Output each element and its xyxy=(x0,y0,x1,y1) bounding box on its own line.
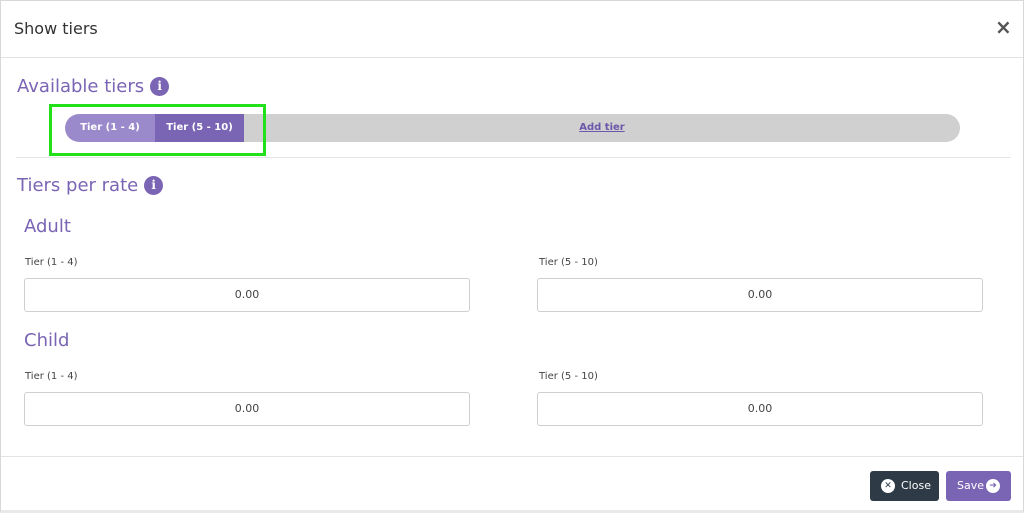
save-button[interactable]: Save ➜ xyxy=(946,471,1011,501)
add-tier-link[interactable]: Add tier xyxy=(244,114,960,142)
x-circle-icon: ✕ xyxy=(881,479,895,493)
tier-pill-5-10[interactable]: Tier (5 - 10) xyxy=(155,114,244,142)
info-icon[interactable]: i xyxy=(144,176,164,195)
close-button[interactable]: ✕ Close xyxy=(870,471,939,501)
field-label: Tier (1 - 4) xyxy=(25,371,78,382)
info-icon[interactable]: i xyxy=(150,77,170,96)
child-tier-5-10-input[interactable]: 0.00 xyxy=(537,392,983,426)
tier-pill-1-4[interactable]: Tier (1 - 4) xyxy=(65,114,155,142)
modal-title: Show tiers xyxy=(14,19,98,38)
close-button-label: Close xyxy=(901,479,931,492)
field-label: Tier (1 - 4) xyxy=(25,257,78,268)
adult-tier-5-10-input[interactable]: 0.00 xyxy=(537,278,983,312)
tiers-bar: Tier (1 - 4) Tier (5 - 10) Add tier xyxy=(65,114,960,142)
available-tiers-title: Available tiers xyxy=(17,76,145,97)
adult-tier-1-4-input[interactable]: 0.00 xyxy=(24,278,470,312)
group-title-child: Child xyxy=(24,330,70,351)
modal-header: Show tiers × xyxy=(1,1,1023,58)
tiers-per-rate-title: Tiers per rate xyxy=(17,175,139,196)
tiers-per-rate-heading: Tiers per rate i xyxy=(17,175,164,196)
field-label: Tier (5 - 10) xyxy=(539,371,598,382)
child-tier-1-4-input[interactable]: 0.00 xyxy=(24,392,470,426)
section-divider xyxy=(16,157,1011,158)
footer-divider xyxy=(1,456,1023,457)
field-label: Tier (5 - 10) xyxy=(539,257,598,268)
close-icon[interactable]: × xyxy=(995,17,1012,37)
group-title-adult: Adult xyxy=(24,216,71,237)
available-tiers-heading: Available tiers i xyxy=(17,76,170,97)
arrow-right-circle-icon: ➜ xyxy=(986,479,1000,493)
show-tiers-modal: Show tiers × Available tiers i Tier (1 - … xyxy=(0,0,1024,513)
save-button-label: Save xyxy=(957,479,985,492)
